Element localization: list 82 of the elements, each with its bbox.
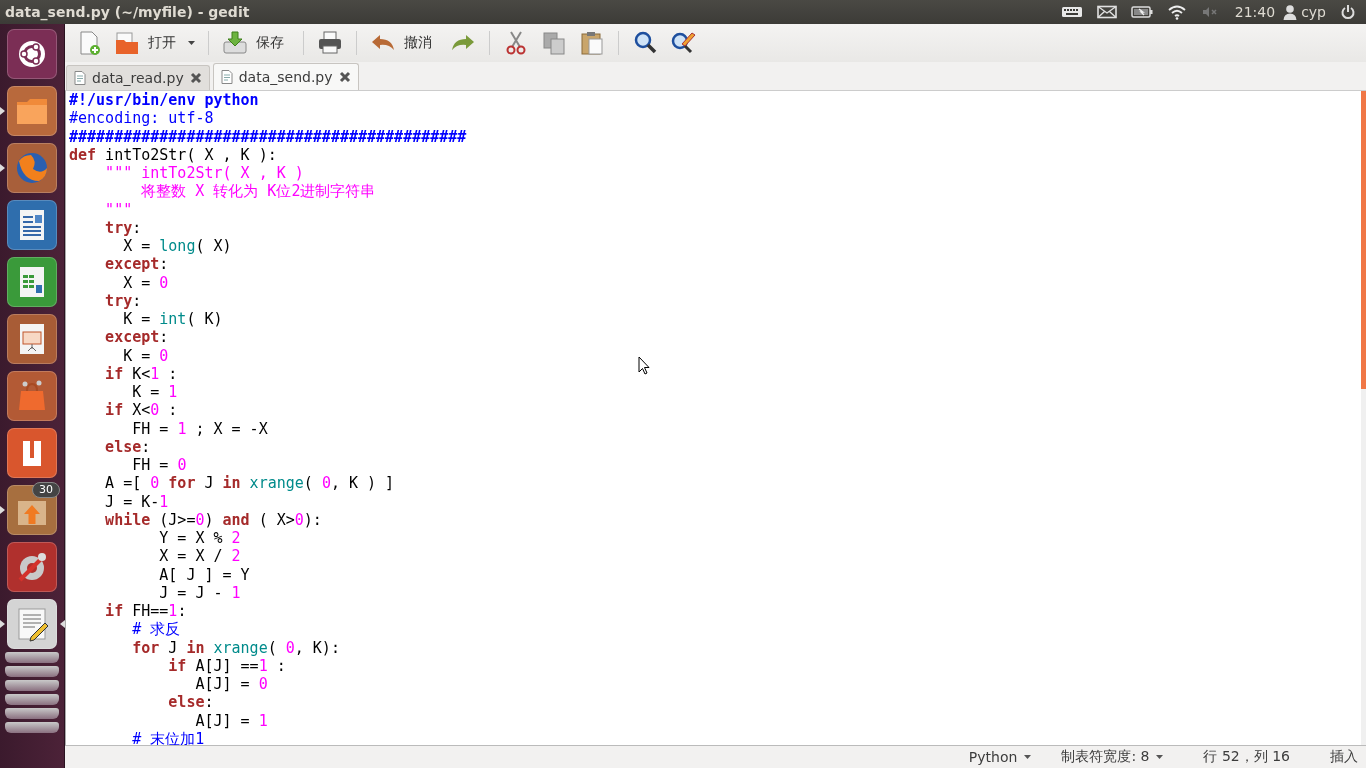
code-line: try:: [104, 218, 142, 237]
wifi-icon: [1166, 4, 1187, 20]
folder-open-icon: [114, 30, 140, 56]
speaker-muted-icon: [1200, 5, 1219, 19]
envelope-icon: [1096, 5, 1117, 19]
code-line: 将整数 X 转化为 K位2进制字符串: [140, 182, 376, 201]
clipboard-icon: [579, 30, 605, 56]
save-icon: [222, 30, 248, 56]
search-replace-icon: [670, 30, 696, 56]
code-line: FH = 0: [131, 456, 187, 475]
document-icon: [220, 70, 233, 84]
file-tab[interactable]: data_send.py: [212, 63, 359, 90]
code-line: A[J] = 0: [194, 675, 268, 694]
launcher-item[interactable]: [7, 599, 57, 649]
code-line: def intTo2Str( X , K ):: [69, 145, 277, 164]
launcher-item[interactable]: 30: [7, 485, 57, 535]
code-line: else:: [167, 693, 214, 712]
battery-icon: [1130, 5, 1153, 19]
code-line: K = 1: [131, 383, 178, 402]
code-line: ############################################: [69, 127, 467, 146]
code-line: A =[ 0 for J in xrange( 0, K ) ]: [104, 474, 395, 493]
launcher-item[interactable]: [7, 200, 57, 250]
code-line: X = 0: [122, 273, 169, 292]
code-line: else:: [104, 437, 151, 456]
user-name[interactable]: cyp: [1301, 4, 1326, 20]
code-line: Y = X % 2: [158, 529, 241, 548]
status-dropdown[interactable]: Python: [968, 749, 1032, 765]
user-icon: [1283, 4, 1298, 20]
code-line: except:: [104, 255, 169, 274]
count-badge: 30: [32, 482, 60, 498]
code-line: if FH==1:: [104, 602, 187, 621]
scrollbar[interactable]: [1361, 91, 1366, 745]
code-line: """ intTo2Str( X , K ): [104, 164, 304, 183]
copy-icon: [541, 30, 567, 56]
code-line: """: [104, 200, 133, 219]
launcher-item[interactable]: [7, 314, 57, 364]
clock-time[interactable]: 21:40: [1234, 4, 1276, 20]
code-line: A[J] = 1: [194, 711, 268, 730]
close-tab-button[interactable]: [189, 72, 202, 84]
code-line: J = J - 1: [158, 583, 241, 602]
document-icon: [74, 71, 86, 85]
launcher-item[interactable]: [7, 29, 57, 79]
open-button[interactable]: 打开: [110, 28, 186, 58]
file-tab[interactable]: data_read.py: [66, 65, 210, 90]
code-line: except:: [104, 328, 169, 347]
code-line: if K<1 :: [104, 364, 178, 383]
code-line: try:: [104, 291, 142, 310]
code-line: X = X / 2: [158, 547, 241, 566]
code-line: for J in xrange( 0, K):: [131, 638, 340, 657]
code-line: A[ J ] = Y: [158, 565, 250, 584]
status-dropdown[interactable]: 制表符宽度: 8: [1061, 748, 1164, 766]
close-icon: [189, 72, 202, 84]
printer-icon: [317, 30, 343, 56]
code-line: K = int( K): [122, 310, 223, 329]
close-icon: [338, 71, 351, 83]
code-line: K = 0: [123, 346, 169, 365]
code-line: # 末位加1: [131, 729, 205, 745]
code-line: #!/usr/bin/env python: [69, 91, 259, 110]
close-tab-button[interactable]: [338, 71, 351, 83]
power-icon: [1340, 4, 1356, 20]
search-icon: [632, 30, 658, 56]
keyboard-icon: [1060, 5, 1083, 19]
code-line: while (J>=0) and ( X>0):: [104, 510, 322, 529]
code-line: #encoding: utf-8: [69, 109, 214, 128]
undo-button[interactable]: 撤消: [366, 28, 442, 58]
status-text: 行 52，列 16: [1203, 748, 1290, 766]
caret-icon: [1156, 755, 1164, 759]
code-line: X = long( X): [122, 237, 232, 256]
tab-label: data_send.py: [238, 69, 333, 85]
window-title: data_send.py (~/myfile) - gedit: [4, 4, 250, 20]
caret-icon: [1024, 755, 1032, 759]
status-text: 插入: [1330, 748, 1358, 766]
save-button[interactable]: 保存: [218, 28, 294, 58]
code-line: # 求反: [131, 620, 181, 639]
code-line: FH = 1 ; X = -X: [131, 419, 268, 438]
scrollbar-thumb[interactable]: [1361, 91, 1366, 389]
code-line: if A[J] ==1 :: [167, 656, 286, 675]
code-line: if X<0 :: [104, 401, 178, 420]
mouse-pointer-icon: [638, 356, 650, 375]
tab-label: data_read.py: [92, 70, 184, 86]
code-line: J = K-1: [104, 492, 169, 511]
caret-icon: [188, 41, 195, 45]
